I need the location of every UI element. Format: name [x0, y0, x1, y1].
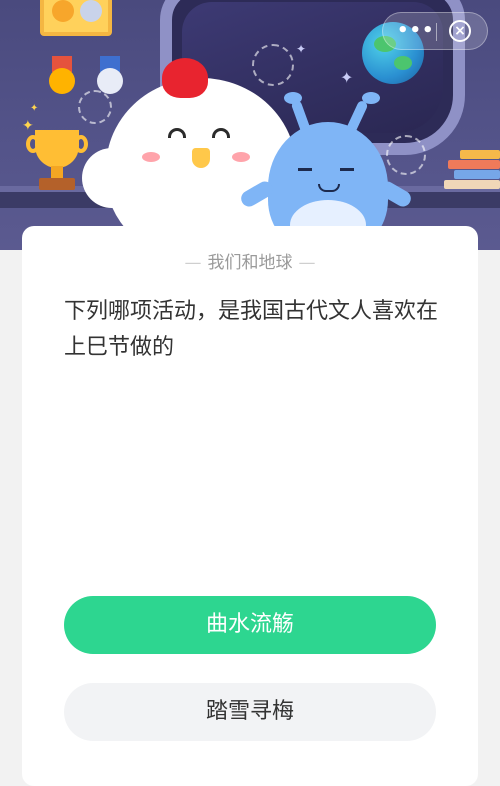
answer-option-2[interactable]: 踏雪寻梅	[64, 683, 436, 741]
globe-land	[394, 56, 412, 70]
book	[444, 180, 500, 189]
alien-antenna-tip	[362, 92, 380, 104]
chicken-cheek	[232, 152, 250, 162]
illustration-banner: ✦ ✦ ✦ ✦ ••• ×	[0, 0, 500, 250]
mini-program-capsule: ••• ×	[382, 12, 488, 50]
star-icon: ✦	[30, 103, 39, 114]
alien-eye	[340, 168, 354, 171]
alien-eye	[298, 168, 312, 171]
capsule-divider	[436, 23, 437, 41]
gold-medal-icon	[49, 68, 75, 94]
chicken-comb	[162, 58, 208, 98]
more-dots-icon[interactable]: •••	[397, 20, 435, 41]
star-icon: ✦	[22, 118, 34, 134]
close-icon[interactable]: ×	[449, 20, 471, 42]
deco-ring	[78, 90, 112, 124]
divider-dash: —	[184, 253, 202, 273]
book	[460, 150, 500, 159]
divider-dash: —	[298, 253, 316, 273]
quiz-category: — 我们和地球 —	[22, 248, 478, 273]
book	[454, 170, 500, 179]
question-text: 下列哪项活动，是我国古代文人喜欢在上巳节做的	[64, 299, 439, 360]
book	[448, 160, 500, 169]
category-label: 我们和地球	[207, 253, 293, 273]
deco-ring	[252, 44, 294, 86]
chicken-beak	[192, 148, 210, 168]
deco-ring	[386, 135, 426, 175]
chicken-cheek	[142, 152, 160, 162]
sparkle-icon: ✦	[340, 68, 354, 87]
books-stack	[440, 150, 500, 190]
silver-medal-icon	[80, 0, 102, 22]
medal-frame	[40, 0, 112, 36]
alien-antenna-tip	[284, 92, 302, 104]
trophy-icon	[35, 130, 79, 168]
sparkle-icon: ✦	[296, 42, 307, 56]
answer-option-1[interactable]: 曲水流觞	[64, 596, 436, 654]
gold-medal-icon	[52, 0, 74, 22]
trophy-base	[39, 178, 75, 190]
quiz-card: — 我们和地球 — 下列哪项活动，是我国古代文人喜欢在上巳节做的 曲水流觞 踏雪寻梅	[22, 226, 478, 786]
